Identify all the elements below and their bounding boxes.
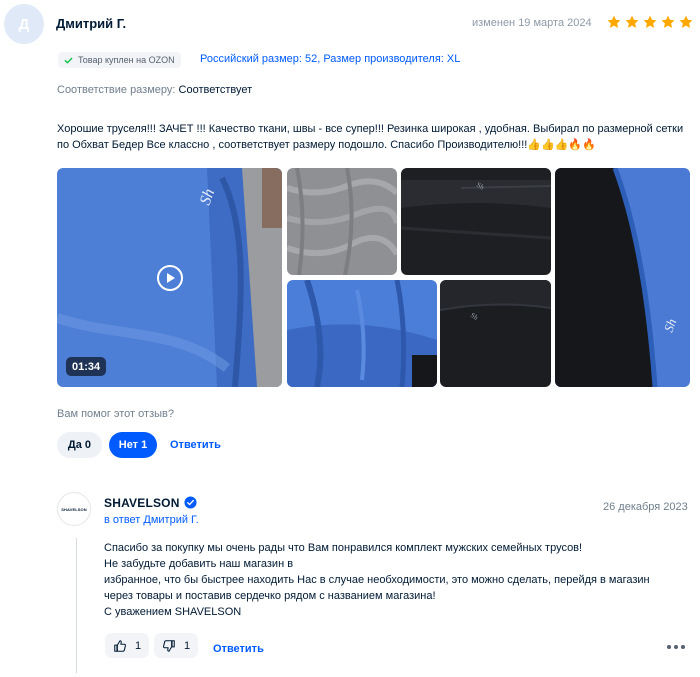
answer-line: через товары и поставив сердечко рядом с… (104, 590, 436, 602)
star-icon (643, 15, 657, 28)
star-icon (661, 15, 675, 28)
answer-line: Спасибо за покупку мы очень рады что Вам… (104, 542, 583, 554)
avatar: Д (4, 4, 44, 44)
purchased-badge: Товар куплен на OZON (58, 52, 181, 68)
answer-line: Не забудьте добавить наш магазин в (104, 558, 294, 570)
answer-date: 26 декабря 2023 (603, 501, 688, 513)
rating-stars (606, 14, 694, 30)
star-icon (625, 15, 639, 28)
like-button[interactable]: 1 (105, 633, 150, 658)
size-fit: Соответствие размеру: Соответствует (57, 84, 252, 96)
photo-thumbnail[interactable] (287, 280, 437, 387)
thread-line (76, 538, 77, 673)
check-icon (64, 57, 73, 63)
review-author[interactable]: Дмитрий Г. (56, 16, 126, 31)
photo-thumbnail[interactable] (287, 168, 397, 275)
photo-thumbnail[interactable]: Sh (440, 280, 551, 387)
star-icon (607, 15, 621, 28)
play-icon[interactable] (157, 265, 183, 291)
answer-line: С уважением SHAVELSON (104, 606, 242, 618)
video-duration: 01:34 (66, 357, 107, 376)
review-text: Хорошие труселя!!! ЗАЧЕТ !!! Качество тк… (57, 123, 684, 151)
purchased-badge-label: Товар куплен на OZON (78, 55, 175, 65)
star-icon (679, 15, 693, 28)
photo-thumbnail[interactable]: Sh (555, 168, 690, 387)
review-edited-date: изменен 19 марта 2024 (472, 17, 592, 29)
photo-thumbnail[interactable]: Sh (401, 168, 551, 275)
thumbs-up-icon (114, 639, 126, 652)
size-fit-label: Соответствие размеру: (57, 84, 176, 96)
seller-name[interactable]: SHAVELSON (104, 496, 180, 510)
dislike-count: 1 (184, 639, 191, 652)
helpful-question: Вам помог этот отзыв? (57, 408, 174, 420)
seller-logo: SHAVELSON (57, 492, 91, 526)
like-count: 1 (135, 639, 142, 652)
helpful-yes-button[interactable]: Да 0 (57, 432, 102, 458)
size-info[interactable]: Российский размер: 52, Размер производит… (200, 53, 460, 65)
answer-line: избранное, что бы быстрее находить Нас в… (104, 574, 650, 586)
thumbs-down-icon (163, 639, 175, 652)
reply-button[interactable]: Ответить (170, 439, 221, 451)
size-fit-value: Соответствует (178, 84, 253, 96)
dislike-button[interactable]: 1 (154, 633, 199, 658)
verified-icon (184, 496, 197, 509)
more-options-icon[interactable] (667, 643, 687, 651)
in-reply-to[interactable]: в ответ Дмитрий Г. (104, 514, 199, 526)
answer-reply-button[interactable]: Ответить (213, 643, 264, 655)
answer-text: Спасибо за покупку мы очень рады что Вам… (104, 540, 684, 620)
helpful-no-button[interactable]: Нет 1 (109, 432, 157, 458)
